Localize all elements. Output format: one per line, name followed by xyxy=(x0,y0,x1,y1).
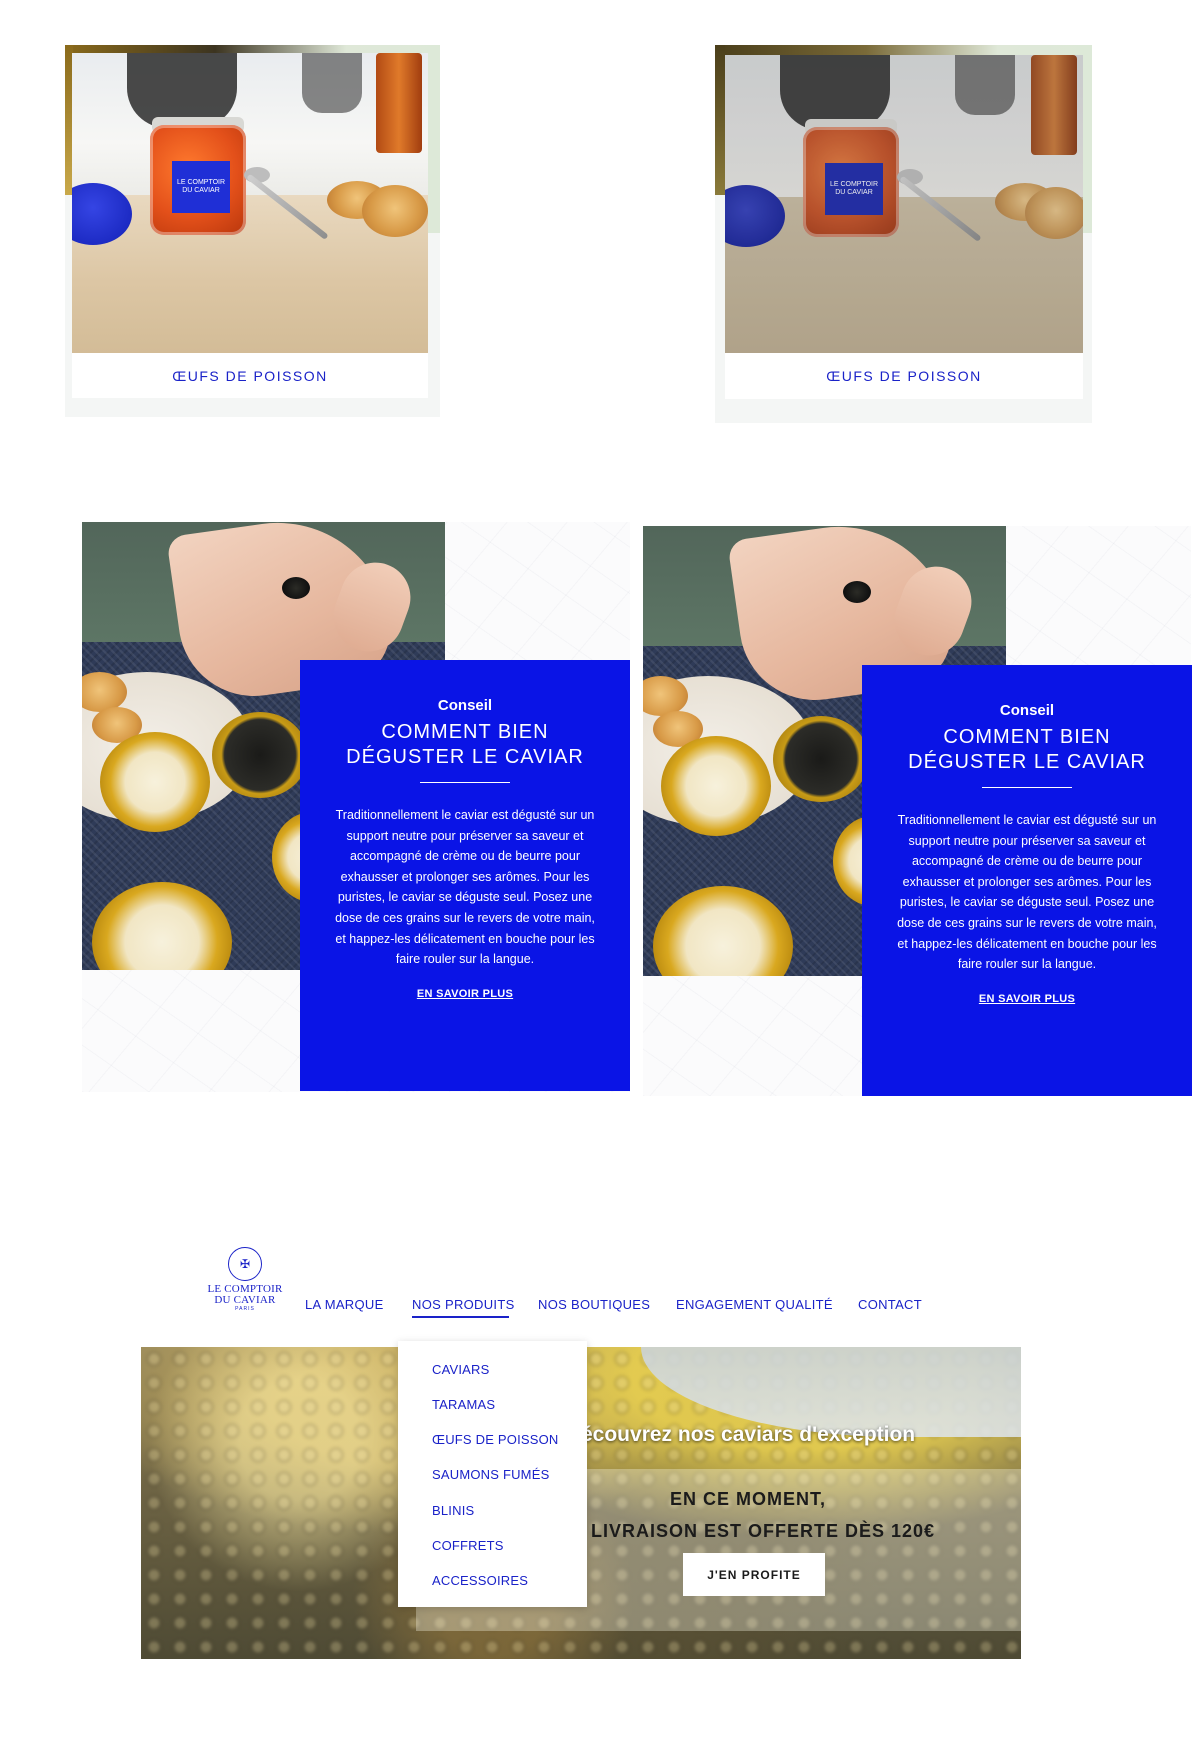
dropdown-item-caviars[interactable]: CAVIARS xyxy=(432,1362,490,1377)
logo-line: DU CAVIAR xyxy=(214,1294,276,1306)
product-card-label[interactable]: ŒUFS DE POISSON xyxy=(725,353,1083,399)
conseil-title: COMMENT BIEN DÉGUSTER LE CAVIAR xyxy=(334,720,596,770)
caviar-tin xyxy=(661,736,771,836)
conseil-body: Traditionnellement le caviar est dégusté… xyxy=(335,808,595,967)
jar-brand-label: LE COMPTOIR DU CAVIAR xyxy=(172,161,230,213)
title-divider xyxy=(982,787,1072,788)
nav-la-marque[interactable]: LA MARQUE xyxy=(305,1297,384,1312)
conseil-card: Conseil COMMENT BIEN DÉGUSTER LE CAVIAR … xyxy=(862,665,1192,1096)
promo-cta-button[interactable]: J'EN PROFITE xyxy=(683,1553,825,1596)
card-accent xyxy=(427,45,440,233)
conseil-title-line: COMMENT BIEN xyxy=(943,726,1111,748)
brand-logo[interactable]: ✠ LE COMPTOIR DU CAVIAR PARIS xyxy=(205,1247,285,1317)
logo-wordmark: LE COMPTOIR DU CAVIAR xyxy=(205,1284,285,1306)
products-dropdown: CAVIARS TARAMAS ŒUFS DE POISSON SAUMONS … xyxy=(398,1341,587,1607)
nav-nos-boutiques[interactable]: NOS BOUTIQUES xyxy=(538,1297,650,1312)
caviar-tin-open xyxy=(773,716,869,802)
hero-tagline: écouvrez nos caviars d'exception xyxy=(581,1423,916,1446)
dropdown-item-coffrets[interactable]: COFFRETS xyxy=(432,1538,504,1553)
conseil-title-line: COMMENT BIEN xyxy=(381,721,549,743)
blini xyxy=(1025,187,1083,239)
dropdown-item-blinis[interactable]: BLINIS xyxy=(432,1503,474,1518)
dropdown-item-accessoires[interactable]: ACCESSOIRES xyxy=(432,1573,528,1588)
promo-line: LIVRAISON EST OFFERTE DÈS 120€ xyxy=(591,1521,936,1541)
card-accent xyxy=(715,45,725,195)
caviar-dose xyxy=(282,577,310,599)
dropdown-item-saumons-fumes[interactable]: SAUMONS FUMÉS xyxy=(432,1467,549,1482)
logo-emblem-icon: ✠ xyxy=(228,1247,262,1281)
product-card-title: ŒUFS DE POISSON xyxy=(826,368,982,384)
nav-active-indicator xyxy=(412,1316,509,1318)
caviar-tin-open xyxy=(212,712,308,798)
jar-brand-label: LE COMPTOIR DU CAVIAR xyxy=(825,163,883,215)
dropdown-item-taramas[interactable]: TARAMAS xyxy=(432,1397,495,1412)
caviar-tin xyxy=(100,732,210,832)
product-photo[interactable]: LE COMPTOIR DU CAVIAR xyxy=(72,53,428,353)
conseil-title-line: DÉGUSTER LE CAVIAR xyxy=(908,751,1146,773)
conseil-body: Traditionnellement le caviar est dégusté… xyxy=(897,813,1157,972)
card-accent xyxy=(715,45,1092,55)
jar-brand-text: LE COMPTOIR DU CAVIAR xyxy=(176,179,226,194)
caviar-dose xyxy=(843,581,871,603)
promo-line: EN CE MOMENT, xyxy=(670,1489,827,1509)
conseil-card: Conseil COMMENT BIEN DÉGUSTER LE CAVIAR … xyxy=(300,660,630,1091)
product-card-label[interactable]: ŒUFS DE POISSON xyxy=(72,353,428,398)
dropdown-item-oeufs-de-poisson[interactable]: ŒUFS DE POISSON xyxy=(432,1432,559,1447)
card-accent xyxy=(65,45,440,53)
conseil-title-line: DÉGUSTER LE CAVIAR xyxy=(346,746,584,768)
logo-subtitle: PARIS xyxy=(235,1306,255,1312)
blini xyxy=(362,185,428,237)
product-photo[interactable]: LE COMPTOIR DU CAVIAR xyxy=(725,55,1083,353)
read-more-link[interactable]: EN SAVOIR PLUS xyxy=(896,993,1158,1005)
nav-engagement-qualite[interactable]: ENGAGEMENT QUALITÉ xyxy=(676,1297,833,1312)
nav-contact[interactable]: CONTACT xyxy=(858,1297,922,1312)
nav-nos-produits[interactable]: NOS PRODUITS xyxy=(412,1297,515,1312)
jar-brand-text: LE COMPTOIR DU CAVIAR xyxy=(829,181,879,196)
conseil-kicker: Conseil xyxy=(437,697,493,714)
conseil-kicker: Conseil xyxy=(999,702,1055,719)
title-divider xyxy=(420,782,510,783)
read-more-link[interactable]: EN SAVOIR PLUS xyxy=(334,988,596,1000)
product-card-title: ŒUFS DE POISSON xyxy=(172,367,328,384)
conseil-title: COMMENT BIEN DÉGUSTER LE CAVIAR xyxy=(896,725,1158,775)
